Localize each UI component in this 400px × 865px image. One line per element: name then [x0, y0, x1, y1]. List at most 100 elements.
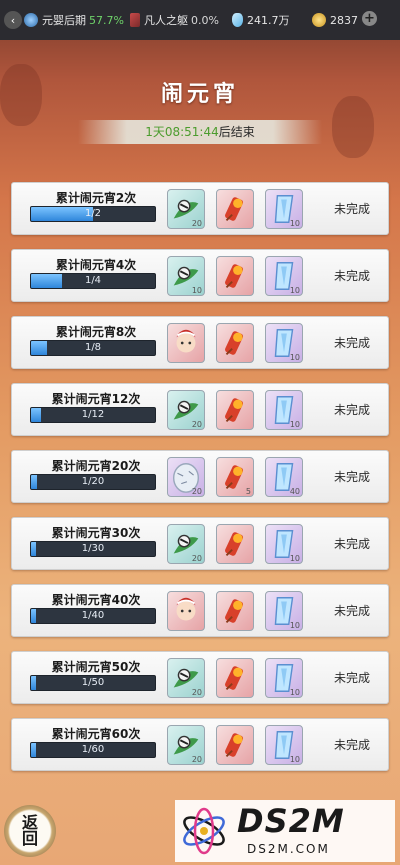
task-card[interactable]: 累计闹元宵50次 1/50 20 10 未完成 — [11, 651, 389, 704]
task-progress-bar: 1/50 — [30, 675, 156, 691]
realm-percent: 57.7% — [89, 13, 124, 27]
reward-quantity: 10 — [289, 621, 300, 630]
reward-quantity: 20 — [191, 688, 202, 697]
reward-quantity: 40 — [289, 487, 300, 496]
reward-item[interactable] — [216, 256, 254, 296]
timer-suffix: 后结束 — [218, 125, 255, 139]
realm-orb-icon — [24, 13, 38, 27]
reward-item[interactable]: 10 — [265, 524, 303, 564]
task-status: 未完成 — [333, 202, 370, 216]
task-progress-bar: 1/2 — [30, 206, 156, 222]
task-card[interactable]: 累计闹元宵20次 1/20 20 5 40 未完成 — [11, 450, 389, 503]
reward-item[interactable]: 5 — [216, 457, 254, 497]
reward-item[interactable]: 20 — [167, 390, 205, 430]
reward-item[interactable]: 40 — [265, 457, 303, 497]
spirit-stone-indicator: 241.7万 — [232, 0, 290, 40]
task-progress-text: 1/4 — [84, 275, 102, 286]
body-indicator: 凡人之躯 0.0% — [130, 0, 219, 40]
task-status: 未完成 — [333, 403, 370, 417]
watermark-logo: DS2M DS2M.COM — [175, 800, 395, 862]
reward-item[interactable]: 20 — [167, 658, 205, 698]
reward-quantity: 10 — [289, 353, 300, 362]
reward-item[interactable] — [167, 323, 205, 363]
task-status: 未完成 — [333, 738, 370, 752]
gold-indicator: 2837 — [312, 0, 358, 40]
task-card[interactable]: 累计闹元宵2次 1/2 20 10 未完成 — [11, 182, 389, 235]
reward-item[interactable]: 10 — [265, 256, 303, 296]
reward-item[interactable] — [167, 591, 205, 631]
task-title: 累计闹元宵12次 — [51, 392, 141, 406]
reward-item[interactable] — [216, 658, 254, 698]
task-progress-text: 1/20 — [81, 476, 105, 487]
task-status: 未完成 — [333, 269, 370, 283]
task-progress-bar: 1/30 — [30, 541, 156, 557]
reward-item[interactable]: 20 — [167, 725, 205, 765]
firecracker-icon — [217, 666, 253, 701]
realm-indicator: 元婴后期 57.7% — [24, 0, 124, 40]
reward-item[interactable] — [216, 189, 254, 229]
reward-item[interactable]: 10 — [265, 658, 303, 698]
reward-item[interactable] — [216, 323, 254, 363]
task-status: 未完成 — [333, 470, 370, 484]
task-title: 累计闹元宵40次 — [51, 593, 141, 607]
task-progress-bar: 1/40 — [30, 608, 156, 624]
watermark-url: DS2M.COM — [247, 842, 330, 856]
character-avatar-icon — [168, 597, 204, 634]
firecracker-icon — [217, 532, 253, 567]
gold-count: 2837 — [330, 13, 358, 27]
top-status-bar: ‹ 元婴后期 57.7% 凡人之躯 0.0% 241.7万 2837 + — [0, 0, 400, 40]
reward-quantity: 20 — [191, 420, 202, 429]
page-title: 闹元宵 — [160, 81, 239, 107]
reward-quantity: 10 — [289, 755, 300, 764]
task-status: 未完成 — [333, 604, 370, 618]
menu-button[interactable]: ‹ — [4, 11, 22, 29]
task-progress-bar: 1/20 — [30, 474, 156, 490]
reward-quantity: 10 — [191, 286, 202, 295]
task-status: 未完成 — [333, 336, 370, 350]
reward-item[interactable]: 10 — [265, 189, 303, 229]
add-currency-button[interactable]: + — [362, 11, 377, 26]
task-progress-bar: 1/4 — [30, 273, 156, 289]
task-card[interactable]: 累计闹元宵8次 1/8 10 未完成 — [11, 316, 389, 369]
task-card[interactable]: 累计闹元宵30次 1/30 20 10 未完成 — [11, 517, 389, 570]
task-card[interactable]: 累计闹元宵60次 1/60 20 10 未完成 — [11, 718, 389, 771]
return-button[interactable]: 返回 — [4, 805, 56, 857]
task-progress-bar: 1/8 — [30, 340, 156, 356]
task-card[interactable]: 累计闹元宵12次 1/12 20 10 未完成 — [11, 383, 389, 436]
gold-coin-icon — [312, 13, 326, 27]
reward-item[interactable]: 10 — [265, 390, 303, 430]
reward-quantity: 10 — [289, 286, 300, 295]
reward-quantity: 5 — [245, 487, 251, 496]
reward-item[interactable] — [216, 390, 254, 430]
task-progress-text: 1/8 — [84, 342, 102, 353]
task-title: 累计闹元宵30次 — [51, 526, 141, 540]
reward-item[interactable]: 10 — [265, 591, 303, 631]
character-avatar-icon — [168, 329, 204, 366]
task-status: 未完成 — [333, 537, 370, 551]
reward-item[interactable]: 20 — [167, 189, 205, 229]
task-title: 累计闹元宵4次 — [55, 258, 137, 272]
reward-item[interactable]: 10 — [265, 323, 303, 363]
realm-label: 元婴后期 — [42, 14, 86, 27]
atom-logo-icon — [183, 807, 225, 855]
reward-item[interactable]: 20 — [167, 524, 205, 564]
firecracker-icon — [217, 197, 253, 232]
firecracker-icon — [217, 331, 253, 366]
task-progress-text: 1/60 — [81, 744, 105, 755]
task-title: 累计闹元宵20次 — [51, 459, 141, 473]
firecracker-icon — [217, 264, 253, 299]
task-progress-text: 1/12 — [81, 409, 105, 420]
return-label: 返回 — [21, 813, 38, 848]
reward-item[interactable]: 10 — [265, 725, 303, 765]
task-card[interactable]: 累计闹元宵40次 1/40 10 未完成 — [11, 584, 389, 637]
spirit-stone-count: 241.7万 — [247, 14, 290, 27]
reward-item[interactable] — [216, 591, 254, 631]
reward-item[interactable] — [216, 524, 254, 564]
task-card[interactable]: 累计闹元宵4次 1/4 10 10 未完成 — [11, 249, 389, 302]
task-title: 累计闹元宵8次 — [55, 325, 137, 339]
reward-quantity: 10 — [289, 688, 300, 697]
reward-item[interactable]: 10 — [167, 256, 205, 296]
reward-item[interactable]: 20 — [167, 457, 205, 497]
reward-item[interactable] — [216, 725, 254, 765]
reward-quantity: 10 — [289, 554, 300, 563]
